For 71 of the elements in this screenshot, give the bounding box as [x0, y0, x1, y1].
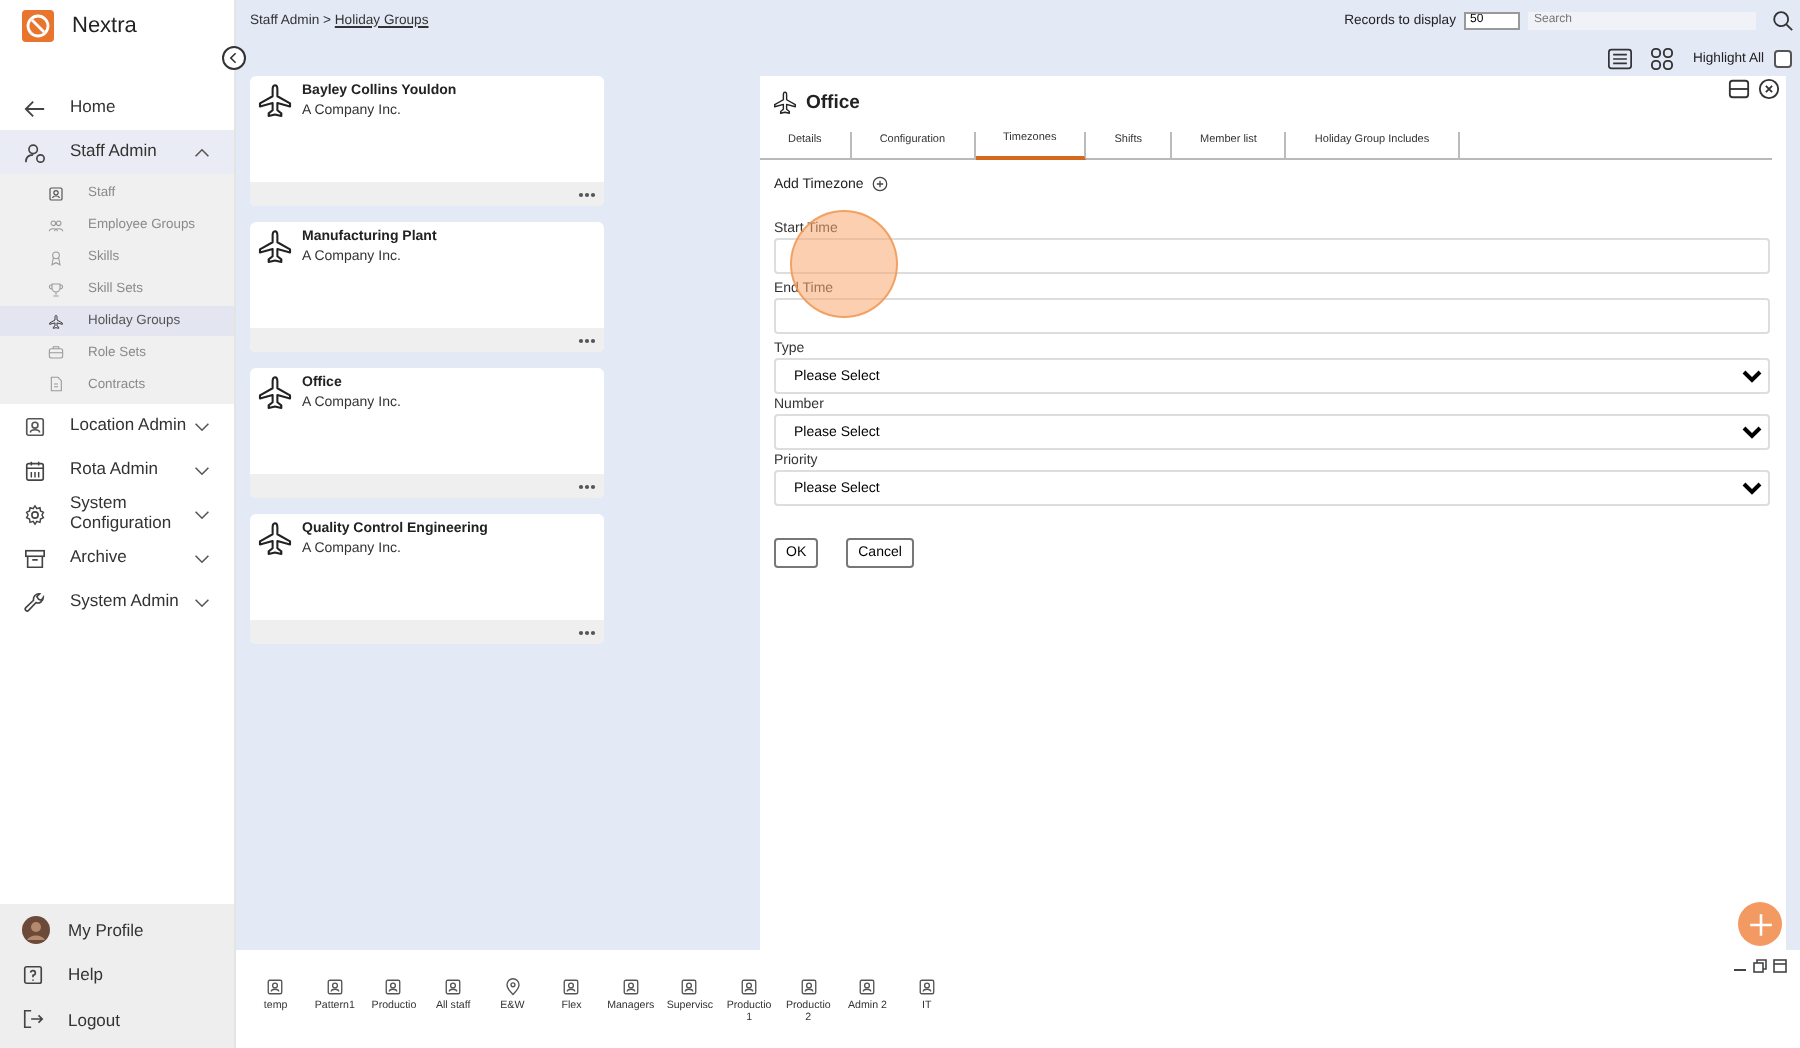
nav-item[interactable]: System Configuration	[0, 492, 234, 537]
footer-item[interactable]: My Profile	[0, 907, 234, 952]
user-gear-icon	[24, 141, 46, 163]
add-icon[interactable]	[871, 176, 888, 192]
person-card-icon	[266, 978, 285, 996]
logout-icon	[22, 1008, 44, 1031]
chevron-down-icon	[194, 509, 210, 520]
nav-item[interactable]: Rota Admin	[0, 448, 234, 493]
chevron-down-icon	[194, 421, 210, 432]
airplane-icon	[772, 89, 798, 115]
chevron-down-icon	[194, 465, 210, 476]
briefcase-icon	[48, 344, 64, 361]
archive-box-icon	[24, 547, 46, 570]
person-card-icon	[680, 978, 699, 996]
nav-item[interactable]: Staff Admin	[0, 130, 234, 174]
settings-icon	[24, 503, 46, 526]
more-icon[interactable]	[578, 191, 596, 197]
person-card-icon	[799, 978, 818, 996]
restore-icon[interactable]	[1752, 958, 1768, 974]
airplane-icon	[256, 228, 294, 266]
person-card-icon	[24, 415, 46, 438]
avatar-icon	[22, 915, 50, 944]
airplane-icon	[256, 520, 294, 558]
footer-item[interactable]: Logout	[0, 997, 234, 1042]
more-icon[interactable]	[578, 337, 596, 343]
list-view-icon[interactable]	[1608, 48, 1633, 70]
nav-item[interactable]: System Admin	[0, 580, 234, 625]
footer-item[interactable]: Help	[0, 952, 234, 997]
group-icon	[48, 217, 64, 234]
airplane-icon	[256, 82, 294, 120]
input-field[interactable]	[774, 298, 1770, 334]
person-card-icon	[740, 978, 759, 996]
logo-icon	[22, 10, 54, 42]
grid-view-icon[interactable]	[1650, 48, 1675, 70]
wrench-icon	[24, 591, 46, 614]
person-card-icon	[325, 978, 344, 996]
chevron-up-icon	[194, 147, 210, 157]
chevron-down-icon	[194, 597, 210, 608]
chevron-left-icon	[226, 50, 242, 66]
window-icon[interactable]	[1772, 958, 1788, 974]
location-pin-icon	[503, 978, 522, 996]
back-arrow-icon	[24, 97, 46, 119]
panel-title: Office	[806, 91, 860, 113]
chevron-down-icon	[194, 553, 210, 564]
document-icon	[48, 376, 64, 393]
window-icon[interactable]	[1728, 77, 1750, 99]
person-card-icon	[858, 978, 877, 996]
help-icon	[22, 963, 44, 986]
calendar-icon	[24, 459, 46, 482]
nav-item[interactable]: Home	[0, 86, 234, 130]
nav-item[interactable]: Location Admin	[0, 404, 234, 449]
input-field[interactable]	[774, 238, 1770, 274]
trophy-icon	[48, 281, 64, 298]
nav-item[interactable]: Archive	[0, 536, 234, 581]
person-card-icon	[444, 978, 463, 996]
person-card-icon	[621, 978, 640, 996]
search-icon[interactable]	[1772, 9, 1794, 31]
close-icon[interactable]	[1758, 77, 1780, 99]
person-card-icon	[48, 185, 64, 202]
airplane-icon	[48, 313, 64, 329]
collapse-sidebar-button[interactable]	[222, 46, 246, 70]
badge-icon	[48, 249, 64, 266]
plus-icon	[1747, 911, 1773, 937]
more-icon[interactable]	[578, 629, 596, 635]
more-icon[interactable]	[578, 483, 596, 489]
airplane-icon	[256, 374, 294, 412]
person-card-icon	[917, 978, 936, 996]
app-name: Nextra	[72, 14, 137, 38]
highlight-all-checkbox[interactable]	[1774, 50, 1792, 68]
person-card-icon	[384, 978, 403, 996]
person-card-icon	[562, 978, 581, 996]
